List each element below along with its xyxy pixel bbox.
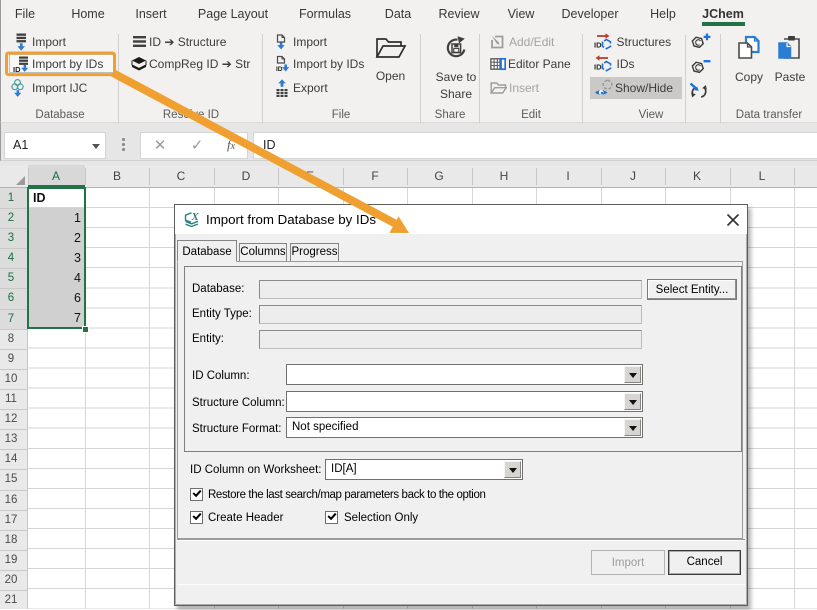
svg-text:ID: ID <box>13 65 21 74</box>
svg-text:ID: ID <box>594 63 602 72</box>
svg-text:ID: ID <box>594 41 602 50</box>
svg-text:X: X <box>191 211 200 223</box>
svg-text:ID: ID <box>276 66 283 73</box>
